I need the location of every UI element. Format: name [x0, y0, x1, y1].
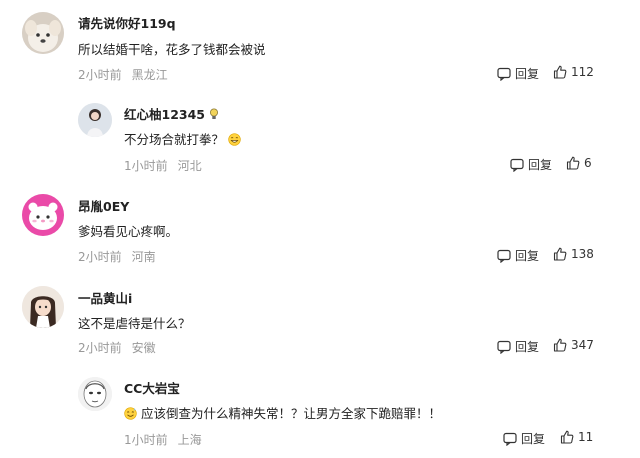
- avatar[interactable]: [78, 103, 112, 137]
- comment-time: 2小时前: [78, 341, 122, 355]
- reply-label: 回复: [515, 67, 540, 81]
- comment-text: 爹妈看见心疼啊。: [78, 224, 179, 239]
- comment-text: 不分场合就打拳？: [124, 129, 241, 148]
- thumbs-up-icon: [553, 65, 567, 79]
- dog-avatar-icon: [22, 12, 64, 54]
- bulb-icon: [210, 108, 218, 119]
- like-button[interactable]: 112: [553, 65, 594, 79]
- avatar[interactable]: [22, 194, 64, 236]
- reply-label: 回复: [521, 432, 546, 446]
- like-button[interactable]: 347: [553, 338, 594, 352]
- comment-location: 河北: [177, 159, 202, 173]
- reply-button[interactable]: 回复: [503, 430, 545, 447]
- comment-time: 2小时前: [78, 68, 122, 82]
- like-button[interactable]: 138: [553, 247, 594, 261]
- thumbs-up-icon: [553, 247, 567, 261]
- avatar[interactable]: [78, 377, 112, 411]
- reply-label: 回复: [528, 158, 553, 172]
- comment-meta: 2小时前 黑龙江: [78, 66, 168, 83]
- comment-location: 上海: [177, 433, 202, 447]
- comment-location: 河南: [131, 250, 156, 264]
- reply-icon: [497, 340, 511, 354]
- username[interactable]: CC大岩宝: [124, 378, 180, 397]
- comment: 昂胤0EY 爹妈看见心疼啊。 2小时前 河南 回复 138: [0, 182, 640, 274]
- comment-time: 1小时前: [124, 159, 168, 173]
- comment-time: 1小时前: [124, 433, 168, 447]
- anime-girl-avatar-icon: [22, 286, 64, 328]
- username[interactable]: 一品黄山i: [78, 288, 132, 307]
- like-button[interactable]: 11: [560, 430, 593, 444]
- pink-cat-avatar-icon: [22, 194, 64, 236]
- comment-reply: CC大岩宝 应该倒查为什么精神失常！？让男方全家下跪赔罪！！ 1小时前 上海 回复…: [0, 366, 640, 458]
- like-count: 347: [571, 338, 594, 352]
- comment-reply: 红心柚12345 不分场合就打拳？ 1小时前 河北 回复 6: [0, 92, 640, 182]
- comment: 请先说你好119q 所以结婚干啥，花多了钱都会被说 2小时前 黑龙江 回复 112: [0, 0, 640, 92]
- like-button[interactable]: 6: [566, 156, 592, 170]
- avatar[interactable]: [22, 12, 64, 54]
- comment-meta: 1小时前 河北: [124, 157, 202, 174]
- reply-label: 回复: [515, 249, 540, 263]
- like-count: 11: [578, 430, 594, 444]
- like-count: 138: [571, 247, 594, 261]
- comment-location: 黑龙江: [131, 68, 168, 82]
- comment-list: 请先说你好119q 所以结婚干啥，花多了钱都会被说 2小时前 黑龙江 回复 112…: [0, 0, 640, 458]
- like-count: 112: [571, 65, 594, 79]
- comment-location: 安徽: [131, 341, 156, 355]
- username[interactable]: 请先说你好119q: [78, 13, 176, 32]
- comment-meta: 2小时前 河南: [78, 248, 156, 265]
- reply-icon: [497, 67, 511, 81]
- comment: 一品黄山i 这不是虐待是什么？ 2小时前 安徽 回复 347: [0, 274, 640, 366]
- thumbs-up-icon: [553, 338, 567, 352]
- comment-text-body: 应该倒查为什么精神失常！？让男方全家下跪赔罪！！: [140, 406, 441, 421]
- reply-icon: [497, 249, 511, 263]
- thumbs-up-icon: [560, 430, 574, 444]
- reply-button[interactable]: 回复: [497, 247, 539, 264]
- comment-text: 应该倒查为什么精神失常！？让男方全家下跪赔罪！！: [124, 403, 441, 422]
- comment-text: 所以结婚干啥，花多了钱都会被说: [78, 42, 266, 57]
- sketch-face-avatar-icon: [78, 377, 112, 411]
- comment-text-body: 不分场合就打拳？: [124, 132, 225, 147]
- reply-button[interactable]: 回复: [497, 338, 539, 355]
- grin-emoji-icon: [228, 133, 241, 146]
- girl-photo-avatar-icon: [78, 103, 112, 137]
- reply-icon: [503, 432, 517, 446]
- reply-button[interactable]: 回复: [497, 65, 539, 82]
- comment-text: 这不是虐待是什么？: [78, 316, 191, 331]
- sweat-smile-emoji-icon: [124, 407, 137, 420]
- comment-meta: 2小时前 安徽: [78, 339, 156, 356]
- reply-button[interactable]: 回复: [510, 156, 552, 173]
- username[interactable]: 红心柚12345: [124, 104, 219, 123]
- username-text: 红心柚12345: [124, 107, 205, 122]
- thumbs-up-icon: [566, 156, 580, 170]
- reply-label: 回复: [515, 340, 540, 354]
- comment-meta: 1小时前 上海: [124, 431, 202, 448]
- avatar[interactable]: [22, 286, 64, 328]
- reply-icon: [510, 158, 524, 172]
- username[interactable]: 昂胤0EY: [78, 196, 129, 215]
- comment-time: 2小时前: [78, 250, 122, 264]
- like-count: 6: [584, 156, 592, 170]
